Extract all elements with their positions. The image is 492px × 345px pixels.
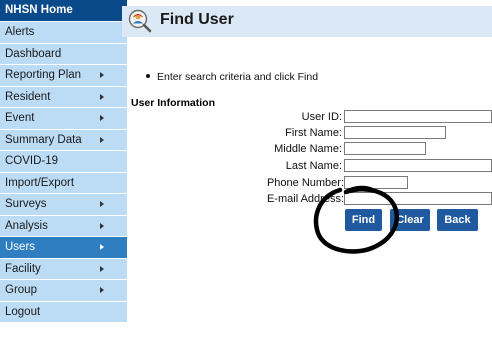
- sidebar-item-label: Alerts: [5, 26, 35, 38]
- section-title: User Information: [131, 97, 216, 109]
- chevron-right-icon: [100, 72, 104, 78]
- first-name-input[interactable]: [344, 126, 446, 139]
- first-name-label: First Name:: [285, 127, 342, 139]
- sidebar-item-label: Import/Export: [5, 176, 75, 189]
- sidebar-item-summary-data[interactable]: Summary Data: [0, 129, 127, 150]
- instruction-label: Enter search criteria and click Find: [157, 71, 319, 83]
- sidebar-nav: NHSN Home Alerts Dashboard Reporting Pla…: [0, 0, 127, 345]
- instruction-text: Enter search criteria and click Find: [146, 71, 318, 83]
- user-id-label: User ID:: [301, 111, 342, 123]
- sidebar-item-label: Logout: [5, 305, 41, 318]
- find-button[interactable]: Find: [345, 209, 382, 231]
- sidebar-item-label: Summary Data: [5, 133, 82, 146]
- last-name-input[interactable]: [344, 159, 492, 172]
- sidebar-item-label: Reporting Plan: [5, 69, 82, 81]
- sidebar-item-label: Surveys: [5, 198, 47, 210]
- page-header: Find User: [122, 6, 492, 37]
- middle-name-input[interactable]: [344, 142, 426, 155]
- sidebar-item-import-export[interactable]: Import/Export: [0, 172, 127, 193]
- sidebar-item-label: Users: [5, 241, 36, 253]
- sidebar-item-label: Dashboard: [5, 47, 62, 60]
- phone-number-label: Phone Number:: [266, 177, 344, 189]
- email-input[interactable]: [344, 192, 492, 205]
- sidebar-item-label: Group: [5, 284, 37, 296]
- sidebar-item-surveys[interactable]: Surveys: [0, 194, 127, 215]
- chevron-right-icon: [100, 201, 104, 207]
- sidebar-item-label: Analysis: [5, 219, 48, 232]
- sidebar-item-resident[interactable]: Resident: [0, 86, 127, 107]
- chevron-right-icon: [100, 265, 104, 272]
- bullet-icon: [146, 74, 150, 79]
- chevron-right-icon: [100, 93, 104, 100]
- sidebar-item-facility[interactable]: Facility: [0, 258, 127, 279]
- page-title: Find User: [160, 11, 234, 28]
- sidebar-item-label: Facility: [5, 262, 41, 275]
- sidebar-item-label: COVID-19: [5, 155, 59, 167]
- sidebar-item-analysis[interactable]: Analysis: [0, 215, 127, 236]
- sidebar-item-covid-19[interactable]: COVID-19: [0, 151, 127, 172]
- phone-number-input[interactable]: [344, 176, 408, 189]
- sidebar-item-users[interactable]: Users: [0, 237, 127, 258]
- sidebar-item-alerts[interactable]: Alerts: [0, 22, 127, 43]
- sidebar-item-event[interactable]: Event: [0, 108, 127, 129]
- magnifier-user-icon: [128, 9, 152, 33]
- email-label: E-mail Address:: [266, 193, 344, 205]
- sidebar-item-label: Resident: [5, 90, 51, 103]
- nhsn-home-link[interactable]: NHSN Home: [0, 0, 127, 21]
- sidebar-item-label: Event: [5, 112, 35, 124]
- back-button[interactable]: Back: [437, 209, 478, 231]
- chevron-right-icon: [100, 287, 104, 293]
- sidebar-item-reporting-plan[interactable]: Reporting Plan: [0, 65, 127, 86]
- sidebar-item-group[interactable]: Group: [0, 280, 127, 301]
- user-id-input[interactable]: [344, 110, 492, 123]
- middle-name-label: Middle Name:: [274, 143, 342, 155]
- last-name-label: Last Name:: [285, 160, 342, 172]
- clear-button[interactable]: Clear: [390, 209, 430, 231]
- chevron-right-icon: [100, 244, 104, 250]
- sidebar-item-dashboard[interactable]: Dashboard: [0, 43, 127, 64]
- chevron-right-icon: [100, 222, 104, 229]
- chevron-right-icon: [100, 115, 104, 121]
- chevron-right-icon: [100, 136, 104, 143]
- sidebar-item-logout[interactable]: Logout: [0, 301, 127, 322]
